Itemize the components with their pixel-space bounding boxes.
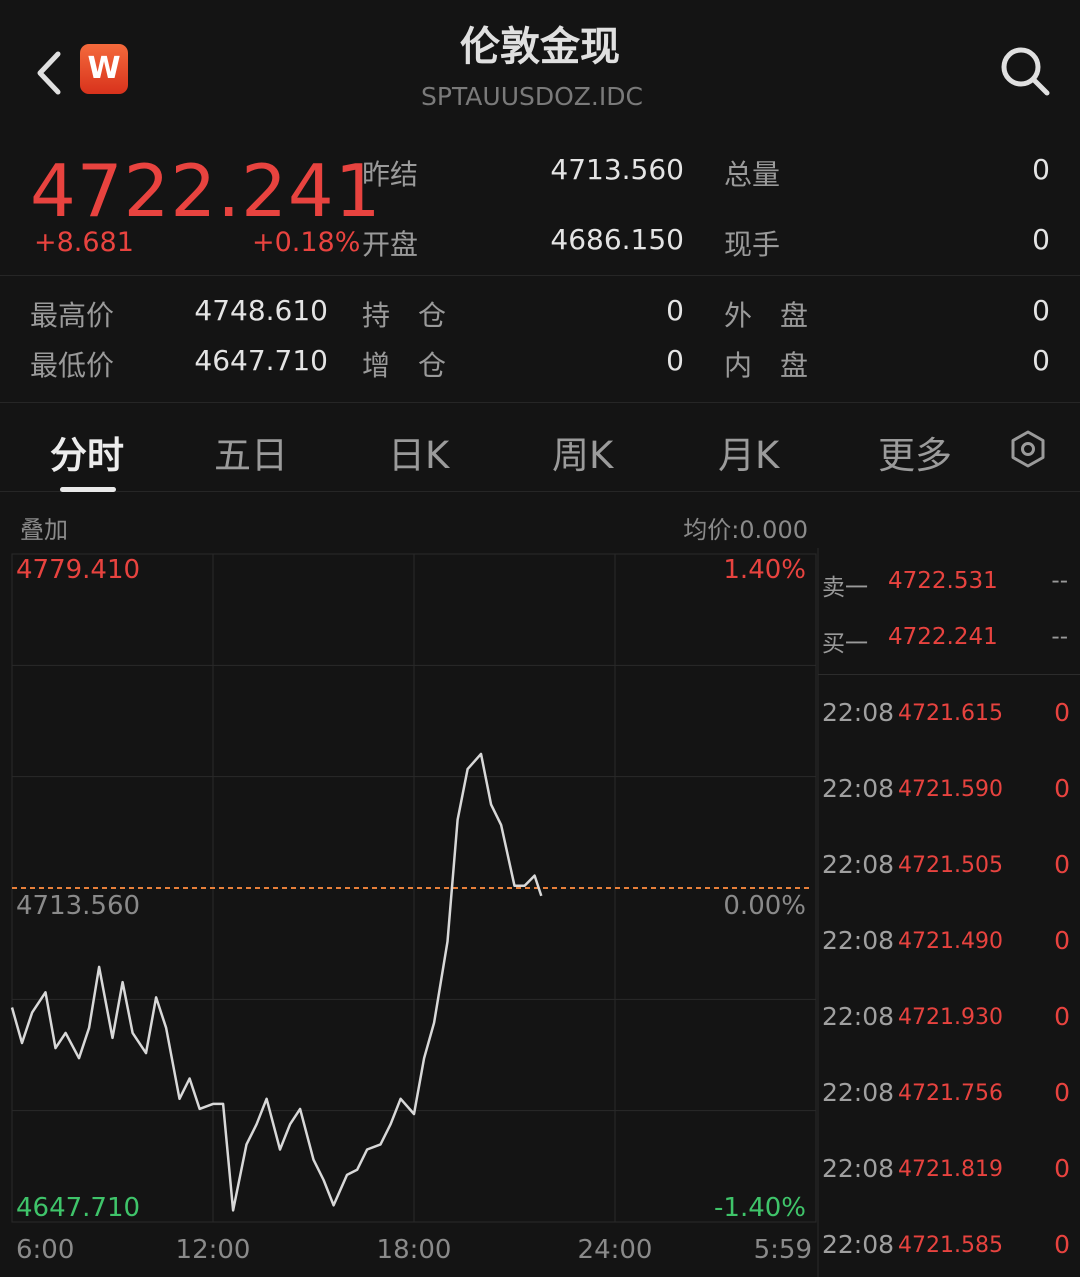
inner-volume-value: 0: [1032, 344, 1050, 377]
open-interest-label: 持 仓: [362, 299, 447, 332]
overlay-button[interactable]: 叠加: [20, 510, 68, 545]
tab-more[interactable]: 更多: [878, 425, 952, 479]
ask-label: 卖一: [822, 575, 868, 601]
tick-volume: 0: [1054, 850, 1070, 879]
y-label-right: 1.40%: [723, 555, 806, 585]
y-label-left: 4779.410: [16, 555, 140, 585]
active-tab-indicator: [60, 487, 116, 492]
y-label-right: -1.40%: [714, 1193, 806, 1223]
tick-volume: 0: [1054, 1230, 1070, 1259]
tick-price: 4721.615: [898, 701, 1003, 726]
x-label: 18:00: [377, 1235, 452, 1265]
bid-price: 4722.241: [888, 624, 998, 650]
tick-volume: 0: [1054, 698, 1070, 727]
low-label: 最低价: [30, 349, 115, 382]
prev-settle-label: 昨结: [362, 158, 419, 191]
search-icon[interactable]: [998, 44, 1052, 98]
high-label: 最高价: [30, 299, 115, 332]
oi-change-label: 增 仓: [362, 349, 447, 382]
bid-label: 买一: [822, 631, 868, 657]
page-title: 伦敦金现: [460, 24, 620, 70]
tab-monthly-k[interactable]: 月K: [718, 425, 779, 479]
y-label-right: 0.00%: [723, 891, 806, 921]
tab-weekly-k[interactable]: 周K: [552, 425, 613, 479]
x-label: 12:00: [176, 1235, 251, 1265]
tick-price: 4721.756: [898, 1081, 1003, 1106]
outer-volume-value: 0: [1032, 294, 1050, 327]
instrument-code: SPTAUUSDOZ.IDC: [421, 82, 643, 111]
tick-volume: 0: [1054, 1154, 1070, 1183]
tick-volume: 0: [1054, 774, 1070, 803]
prev-settle-value: 4713.560: [550, 153, 684, 186]
tick-price: 4721.585: [898, 1233, 1003, 1258]
ask-volume: --: [1051, 568, 1068, 594]
ask-price: 4722.531: [888, 568, 998, 594]
tick-time: 22:08: [822, 850, 895, 879]
price-change: +8.681: [34, 227, 134, 258]
high-value: 4748.610: [194, 294, 328, 327]
tab-daily-k[interactable]: 日K: [388, 425, 449, 479]
oi-change-value: 0: [666, 344, 684, 377]
x-label: 6:00: [16, 1235, 74, 1265]
tick-time: 22:08: [822, 1230, 895, 1259]
tab-intraday[interactable]: 分时: [50, 425, 124, 479]
x-label: 5:59: [754, 1235, 812, 1265]
price-line: [10, 752, 543, 1212]
average-price: 均价:0.000: [683, 516, 808, 544]
order-book-divider: [818, 674, 1080, 675]
tick-time: 22:08: [822, 1154, 895, 1183]
inner-volume-label: 内 盘: [724, 349, 809, 382]
quote-panel: 4722.241 +8.681 +0.18% 昨结 4713.560 开盘 46…: [0, 135, 1080, 276]
settings-icon[interactable]: [1008, 429, 1048, 469]
total-volume-value: 0: [1032, 153, 1050, 186]
low-value: 4647.710: [194, 344, 328, 377]
tick-time: 22:08: [822, 926, 895, 955]
tick-time: 22:08: [822, 1002, 895, 1031]
outer-volume-label: 外 盘: [724, 299, 809, 332]
tick-volume: 0: [1054, 926, 1070, 955]
last-price: 4722.241: [30, 149, 382, 233]
tick-time: 22:08: [822, 1078, 895, 1107]
stats-panel: 最高价 4748.610 最低价 4647.710 持 仓 0 增 仓 0 外 …: [0, 276, 1080, 403]
tick-price: 4721.490: [898, 929, 1003, 954]
current-hand-value: 0: [1032, 223, 1050, 256]
tick-time: 22:08: [822, 774, 895, 803]
tick-volume: 0: [1054, 1078, 1070, 1107]
x-label: 24:00: [578, 1235, 653, 1265]
total-volume-label: 总量: [724, 158, 781, 191]
tick-price: 4721.590: [898, 777, 1003, 802]
tick-price: 4721.819: [898, 1157, 1003, 1182]
tick-time: 22:08: [822, 698, 895, 727]
chart-tabs: 分时 五日 日K 周K 月K 更多: [0, 403, 1080, 492]
tick-price: 4721.505: [898, 853, 1003, 878]
tab-five-day[interactable]: 五日: [214, 425, 288, 479]
open-interest-value: 0: [666, 294, 684, 327]
price-change-percent: +0.18%: [252, 227, 361, 258]
tick-price: 4721.930: [898, 1005, 1003, 1030]
current-hand-label: 现手: [724, 228, 781, 261]
header: W 伦敦金现 SPTAUUSDOZ.IDC: [0, 0, 1080, 135]
open-value: 4686.150: [550, 223, 684, 256]
open-label: 开盘: [362, 228, 419, 261]
tick-volume: 0: [1054, 1002, 1070, 1031]
y-label-left: 4647.710: [16, 1193, 140, 1223]
y-label-left: 4713.560: [16, 891, 140, 921]
bid-volume: --: [1051, 624, 1068, 650]
